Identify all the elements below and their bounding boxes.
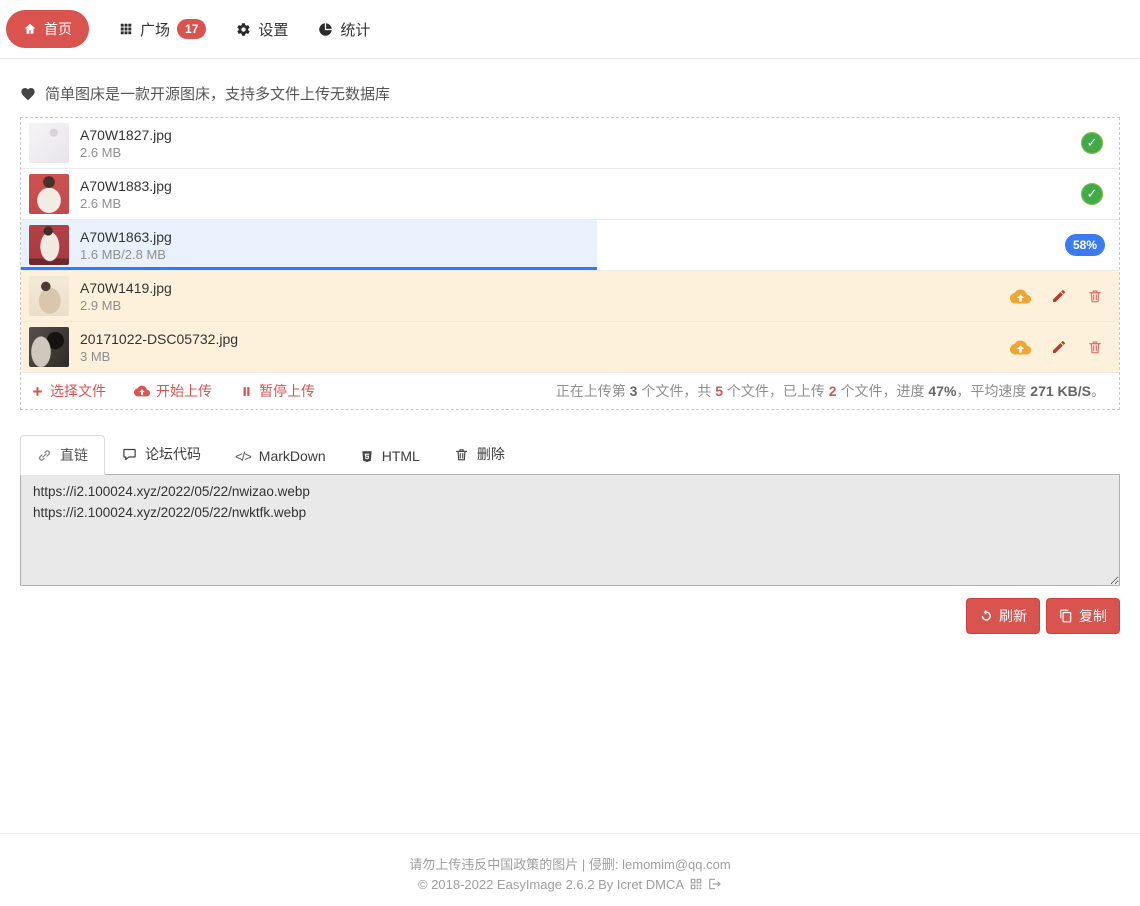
html5-icon — [360, 449, 374, 464]
pencil-icon — [1051, 339, 1067, 355]
pause-upload-button[interactable]: 暂停上传 — [240, 381, 315, 401]
nav-settings-label: 设置 — [258, 19, 288, 40]
file-row-2: A70W1883.jpg 2.6 MB ✓ — [21, 169, 1119, 220]
copy-icon — [1059, 609, 1073, 623]
gear-icon — [236, 22, 251, 37]
refresh-button[interactable]: 刷新 — [966, 598, 1040, 634]
nav-home[interactable]: 首页 — [6, 10, 89, 48]
nav-stats[interactable]: 统计 — [318, 19, 370, 40]
upload-dropzone[interactable]: A70W1827.jpg 2.6 MB ✓ A70W1883.jpg 2.6 M… — [20, 117, 1120, 410]
output-format-tabs: 直链 论坛代码 </> MarkDown HTML 删除 — [20, 434, 1120, 474]
copy-button[interactable]: 复制 — [1046, 598, 1120, 634]
qrcode-icon[interactable] — [689, 877, 703, 891]
file-size: 2.6 MB — [80, 196, 172, 211]
tab-forum-code[interactable]: 论坛代码 — [105, 434, 218, 474]
comment-icon — [122, 447, 137, 462]
file-thumbnail — [29, 123, 69, 163]
file-row-1: A70W1827.jpg 2.6 MB ✓ — [21, 118, 1119, 169]
trash-icon — [1087, 288, 1103, 304]
pause-icon — [240, 385, 253, 398]
nav-plaza-label: 广场 — [140, 19, 170, 40]
code-icon: </> — [235, 449, 251, 464]
file-size: 2.9 MB — [80, 298, 172, 313]
file-row-5: 20171022-DSC05732.jpg 3 MB — [21, 322, 1119, 373]
easyimage-app: 首页 广场 17 设置 统计 简单图床是一款开源图床，支持多文件上传无数据库 — [0, 0, 1140, 634]
start-upload-button[interactable]: 开始上传 — [134, 381, 212, 401]
nav-stats-label: 统计 — [340, 19, 370, 40]
heart-icon — [20, 86, 36, 102]
file-size: 1.6 MB/2.8 MB — [80, 247, 172, 262]
footer-copyright-line: © 2018-2022 EasyImage 2.6.2 By Icret DMC… — [0, 875, 1140, 895]
success-check-icon: ✓ — [1081, 183, 1103, 205]
file-size: 2.6 MB — [80, 145, 172, 160]
upload-file-button[interactable] — [1010, 286, 1031, 307]
cloud-upload-icon — [1010, 337, 1031, 358]
home-icon — [23, 22, 37, 36]
trash-icon — [1087, 339, 1103, 355]
refresh-icon — [979, 609, 993, 623]
success-check-icon: ✓ — [1081, 132, 1103, 154]
plus-icon — [31, 385, 44, 398]
cloud-upload-icon — [134, 383, 150, 399]
intro-line: 简单图床是一款开源图床，支持多文件上传无数据库 — [20, 83, 1120, 104]
nav-plaza[interactable]: 广场 17 — [119, 19, 206, 40]
upload-status-text: 正在上传第 3 个文件，共 5 个文件，已上传 2 个文件，进度 47%，平均速… — [556, 381, 1109, 401]
file-thumbnail — [29, 327, 69, 367]
upload-file-button[interactable] — [1010, 337, 1031, 358]
file-name: 20171022-DSC05732.jpg — [80, 331, 238, 347]
file-name: A70W1827.jpg — [80, 127, 172, 143]
intro-text: 简单图床是一款开源图床，支持多文件上传无数据库 — [45, 83, 390, 104]
trash-icon — [454, 447, 469, 462]
file-name: A70W1419.jpg — [80, 280, 172, 296]
edit-file-button[interactable] — [1051, 339, 1067, 355]
file-name: A70W1883.jpg — [80, 178, 172, 194]
links-textarea[interactable]: https://i2.100024.xyz/2022/05/22/nwizao.… — [20, 474, 1120, 586]
file-thumbnail — [29, 225, 69, 265]
uploader-action-bar: 选择文件 开始上传 暂停上传 正在上传第 3 个文件，共 5 个文件，已上传 2… — [21, 373, 1119, 409]
delete-file-button[interactable] — [1087, 339, 1103, 355]
delete-file-button[interactable] — [1087, 288, 1103, 304]
cloud-upload-icon — [1010, 286, 1031, 307]
tab-direct-link[interactable]: 直链 — [20, 435, 105, 475]
tab-delete[interactable]: 删除 — [437, 434, 522, 474]
file-size: 3 MB — [80, 349, 238, 364]
file-name: A70W1863.jpg — [80, 229, 172, 245]
select-files-button[interactable]: 选择文件 — [31, 381, 106, 401]
tab-markdown[interactable]: </> MarkDown — [218, 438, 343, 474]
plaza-count-badge: 17 — [177, 19, 206, 39]
link-icon — [37, 448, 52, 463]
nav-home-label: 首页 — [44, 19, 72, 39]
footer-policy-line: 请勿上传违反中国政策的图片 | 侵删: lemomim@qq.com — [0, 855, 1140, 875]
pie-chart-icon — [318, 22, 333, 37]
page-footer: 请勿上传违反中国政策的图片 | 侵删: lemomim@qq.com © 201… — [0, 833, 1140, 906]
file-row-4: A70W1419.jpg 2.9 MB — [21, 271, 1119, 322]
file-thumbnail — [29, 276, 69, 316]
file-row-3-uploading: A70W1863.jpg 1.6 MB/2.8 MB 58% — [21, 220, 1119, 271]
progress-percent-badge: 58% — [1065, 234, 1105, 256]
output-actions: 刷新 复制 — [20, 598, 1120, 634]
logout-icon[interactable] — [708, 877, 722, 891]
pencil-icon — [1051, 288, 1067, 304]
grid-icon — [119, 22, 133, 36]
tab-html[interactable]: HTML — [343, 438, 437, 474]
file-thumbnail — [29, 174, 69, 214]
top-navbar: 首页 广场 17 设置 统计 — [0, 0, 1140, 59]
main-content: 简单图床是一款开源图床，支持多文件上传无数据库 A70W1827.jpg 2.6… — [0, 83, 1140, 634]
edit-file-button[interactable] — [1051, 288, 1067, 304]
nav-settings[interactable]: 设置 — [236, 19, 288, 40]
